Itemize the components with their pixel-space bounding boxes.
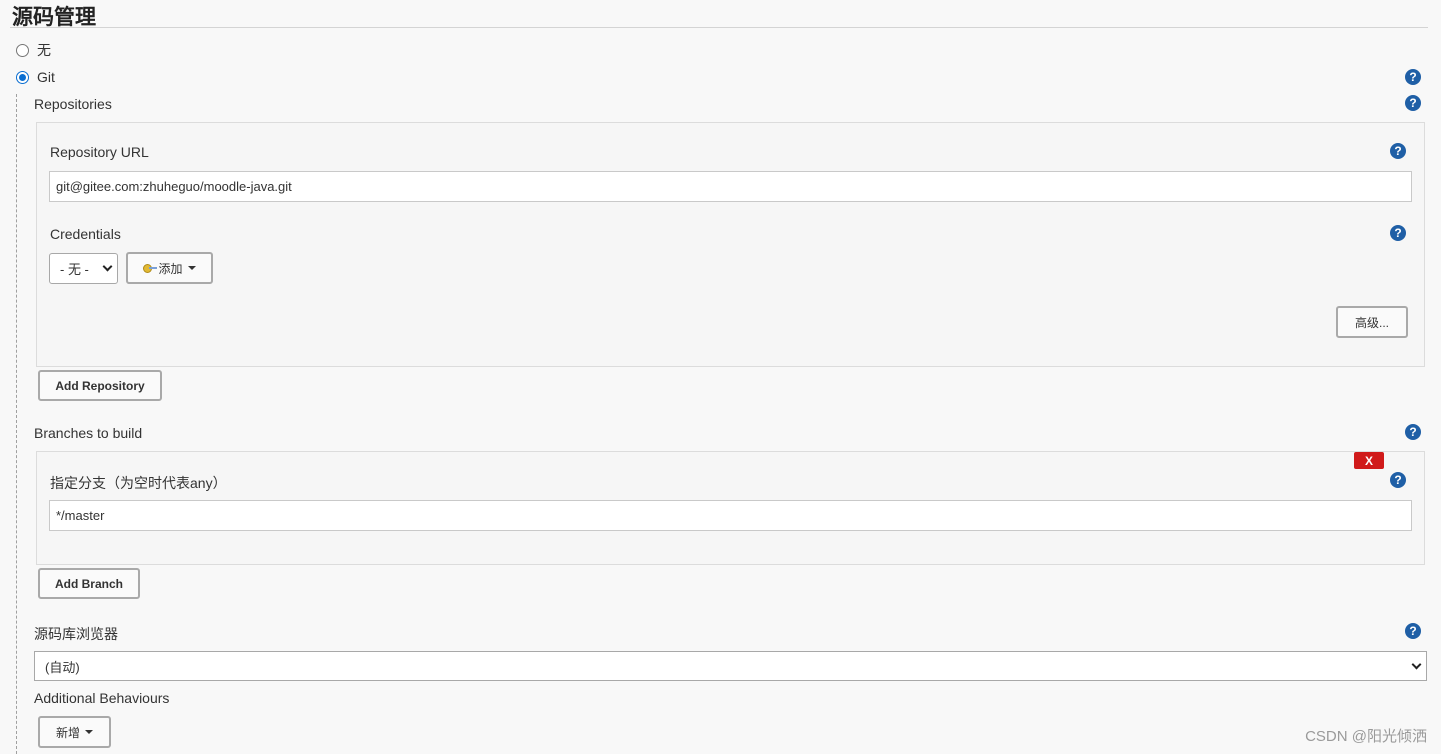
section-divider: [10, 27, 1428, 28]
branches-label: Branches to build: [34, 425, 143, 441]
additional-behaviours-label: Additional Behaviours: [34, 690, 170, 706]
add-credentials-label: 添加: [158, 261, 183, 276]
credentials-label: Credentials: [50, 226, 121, 242]
caret-down-icon: [187, 266, 196, 270]
help-icon-branches[interactable]: ?: [1405, 424, 1421, 440]
help-icon-repositories[interactable]: ?: [1405, 95, 1421, 111]
add-behaviour-button[interactable]: 新增: [38, 716, 111, 748]
scm-option-none-label: 无: [37, 42, 51, 58]
scm-option-git-label: Git: [37, 69, 55, 85]
help-icon-git[interactable]: ?: [1405, 69, 1421, 85]
add-credentials-button[interactable]: 添加: [126, 252, 213, 284]
scm-option-none[interactable]: 无: [16, 41, 51, 59]
watermark: CSDN @阳光倾洒: [1305, 728, 1427, 745]
help-icon-credentials[interactable]: ?: [1390, 225, 1406, 241]
add-behaviour-label: 新增: [55, 725, 80, 740]
branch-specifier-input[interactable]: [49, 500, 1412, 531]
delete-branch-button[interactable]: X: [1354, 452, 1384, 469]
help-icon-repository-url[interactable]: ?: [1390, 143, 1406, 159]
chevron-down-icon: [1411, 659, 1422, 669]
branch-specifier-label: 指定分支（为空时代表any）: [50, 475, 227, 491]
repositories-label: Repositories: [34, 96, 112, 112]
repository-browser-selected-value: (自动): [45, 659, 80, 675]
caret-down-icon: [85, 730, 93, 734]
credentials-selected-value: - 无 -: [60, 262, 89, 277]
advanced-button[interactable]: 高级...: [1336, 306, 1408, 338]
scm-option-git[interactable]: Git: [16, 68, 55, 86]
git-options-guide: [16, 94, 17, 754]
repository-url-label: Repository URL: [50, 144, 149, 160]
repository-browser-label: 源码库浏览器: [34, 626, 118, 642]
add-branch-button[interactable]: Add Branch: [38, 568, 140, 599]
radio-git[interactable]: [16, 70, 29, 84]
key-icon: [143, 264, 158, 273]
repository-url-input[interactable]: [49, 171, 1412, 202]
help-icon-repository-browser[interactable]: ?: [1405, 623, 1421, 639]
repository-browser-select[interactable]: (自动): [34, 651, 1427, 681]
repository-panel: [36, 122, 1425, 367]
help-icon-branch-specifier[interactable]: ?: [1390, 472, 1406, 488]
radio-none[interactable]: [16, 43, 29, 57]
add-repository-button[interactable]: Add Repository: [38, 370, 162, 401]
scm-config-page: 源码管理 无 Git ? Repositories ? Repository U…: [0, 0, 1441, 754]
chevron-down-icon: [102, 261, 113, 272]
credentials-select[interactable]: - 无 -: [49, 253, 118, 284]
